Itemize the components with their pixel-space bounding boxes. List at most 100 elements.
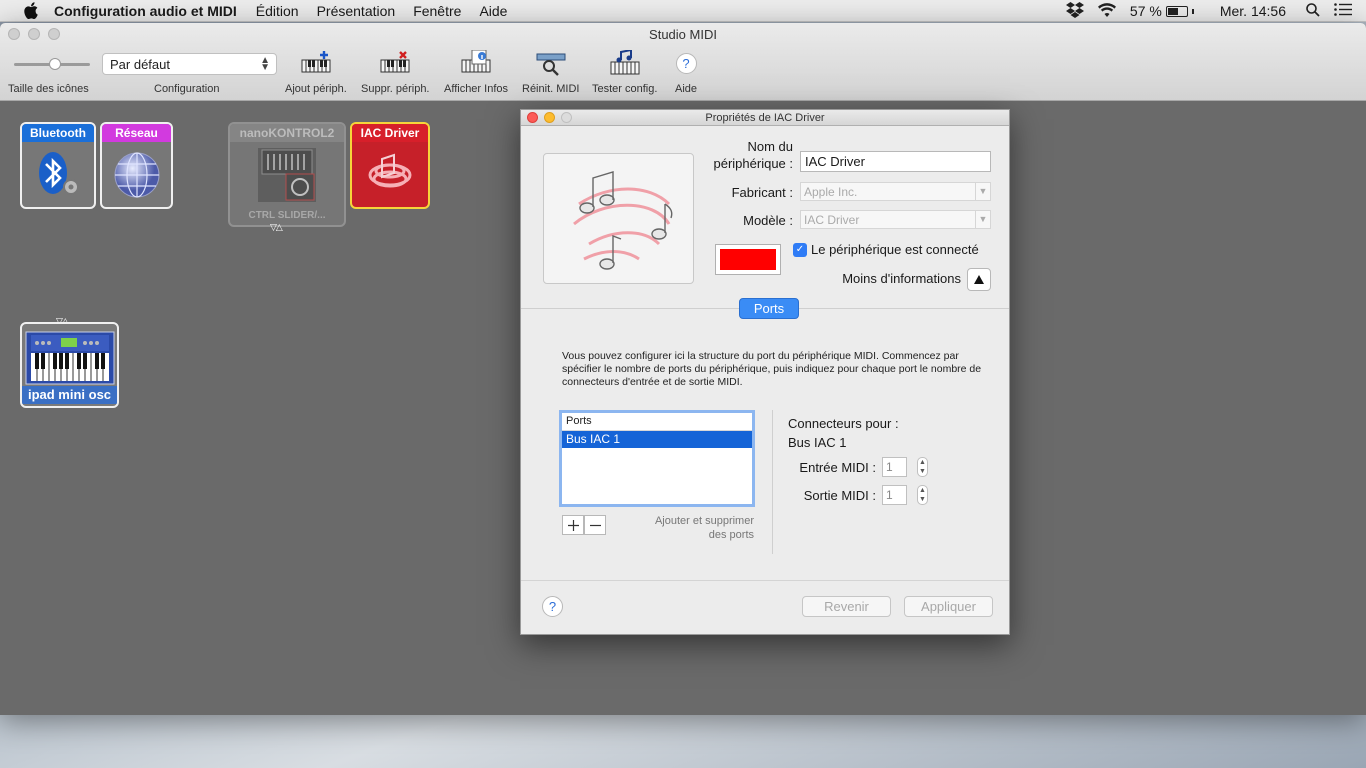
device-name-label: Nom du périphérique : [707, 138, 794, 172]
chevron-updown-icon: ▲ ▼ [260, 55, 270, 73]
icon-size-slider[interactable] [14, 58, 90, 70]
test-setup-button[interactable]: Tester config. [592, 49, 657, 99]
spotlight-icon[interactable] [1306, 2, 1320, 20]
device-bluetooth[interactable]: Bluetooth [20, 122, 96, 209]
add-remove-ports [562, 515, 606, 535]
add-remove-help: Ajouter et supprimer des ports [631, 514, 754, 542]
notification-center-icon[interactable] [1334, 3, 1352, 19]
info-keyboard-icon [460, 49, 492, 77]
device-network-label: Réseau [102, 124, 171, 142]
add-device-button[interactable]: Ajout périph. [285, 49, 347, 99]
device-name-field[interactable]: IAC Driver [800, 151, 991, 172]
device-color-well[interactable] [715, 244, 781, 275]
checkmark-icon: ✓ [795, 244, 805, 255]
connected-checkbox[interactable]: ✓ [793, 243, 807, 257]
menu-edit[interactable]: Édition [256, 3, 299, 19]
chevron-down-icon: ▼ [975, 211, 990, 228]
apply-button[interactable]: Appliquer [904, 596, 993, 617]
dialog-zoom-button[interactable] [561, 112, 572, 123]
device-name-label-line1: Nom du [747, 139, 793, 154]
reset-midi-button[interactable]: Réinit. MIDI [522, 49, 579, 99]
connector-triangles-icon[interactable]: ▽△ [270, 222, 283, 233]
ports-list-header[interactable]: Ports [562, 413, 752, 431]
device-ipad-label: ipad mini osc [22, 386, 117, 404]
dialog-titlebar: Propriétés de IAC Driver [521, 110, 1009, 126]
configuration-select[interactable]: Par défaut ▲ ▼ [102, 53, 277, 75]
less-info-label: Moins d'informations [842, 271, 961, 286]
wifi-icon[interactable] [1097, 2, 1116, 20]
device-nanokontrol[interactable]: nanoKONTROL2 CTRL SLIDER/... [228, 122, 346, 227]
show-info-button[interactable]: Afficher Infos [444, 49, 508, 99]
clock[interactable]: Mer. 14:56 [1220, 3, 1286, 19]
slider-knob[interactable] [49, 58, 61, 70]
help-button[interactable]: ? Aide [670, 49, 702, 99]
model-label: Modèle : [743, 213, 793, 228]
configuration-label: Configuration [154, 83, 220, 95]
footer-divider [521, 580, 1009, 581]
device-iac-label: IAC Driver [352, 124, 428, 142]
midi-out-field[interactable]: 1 [882, 485, 907, 505]
reset-midi-label: Réinit. MIDI [522, 83, 580, 95]
minus-icon [589, 524, 601, 526]
connectors-heading: Connecteurs pour : Bus IAC 1 [788, 414, 899, 452]
model-combo[interactable]: IAC Driver ▼ [800, 210, 991, 229]
midi-in-label: Entrée MIDI : [799, 460, 876, 475]
ports-list[interactable]: Ports Bus IAC 1 [559, 410, 755, 507]
bluetooth-icon [22, 142, 94, 207]
add-device-label: Ajout périph. [285, 83, 347, 95]
dialog-close-button[interactable] [527, 112, 538, 123]
device-iac-driver[interactable]: IAC Driver [350, 122, 430, 209]
midi-in-field[interactable]: 1 [882, 457, 907, 477]
network-globe-icon [102, 142, 171, 207]
reset-midi-icon [535, 49, 567, 77]
connectors-for-label: Connecteurs pour : [788, 416, 899, 431]
manufacturer-label: Fabricant : [731, 185, 793, 200]
revert-button[interactable]: Revenir [802, 596, 891, 617]
vertical-divider [772, 410, 773, 554]
icon-size-label: Taille des icônes [8, 83, 89, 95]
chevron-down-icon: ▼ [975, 183, 990, 200]
midi-in-stepper[interactable]: ▲ ▼ [917, 457, 928, 477]
dropbox-icon[interactable] [1065, 1, 1084, 21]
menu-app-name[interactable]: Configuration audio et MIDI [54, 3, 237, 19]
less-info-button[interactable] [967, 268, 991, 291]
menu-view[interactable]: Présentation [317, 3, 396, 19]
add-port-button[interactable] [562, 515, 584, 535]
device-nanokontrol-label: nanoKONTROL2 [230, 124, 344, 142]
remove-device-button[interactable]: Suppr. périph. [361, 49, 430, 99]
device-network[interactable]: Réseau [100, 122, 173, 209]
battery-status[interactable]: 57 % [1130, 3, 1194, 19]
device-bluetooth-label: Bluetooth [22, 124, 94, 142]
device-icon-well[interactable] [543, 153, 694, 284]
help-icon: ? [670, 49, 702, 77]
iac-music-icon [352, 142, 428, 207]
remove-port-button[interactable] [584, 515, 606, 535]
dialog-window-controls [527, 112, 572, 123]
help-glyph: ? [675, 52, 697, 74]
dialog-minimize-button[interactable] [544, 112, 555, 123]
tab-ports[interactable]: Ports [739, 298, 799, 319]
device-ipad-mini-osc[interactable]: ipad mini osc [20, 322, 119, 408]
test-setup-label: Tester config. [592, 83, 658, 95]
menu-bar: Configuration audio et MIDI Édition Prés… [0, 0, 1366, 22]
connected-label: Le périphérique est connecté [811, 242, 979, 257]
battery-percent: 57 % [1129, 3, 1162, 19]
midi-out-label: Sortie MIDI : [803, 488, 876, 503]
add-remove-help-line2: des ports [708, 529, 754, 541]
help-label: Aide [674, 83, 698, 95]
dialog-help-button[interactable]: ? [542, 596, 563, 617]
menu-help[interactable]: Aide [479, 3, 507, 19]
midi-out-stepper[interactable]: ▲ ▼ [917, 485, 928, 505]
device-color-swatch [720, 249, 776, 270]
add-remove-help-line1: Ajouter et supprimer [654, 515, 754, 527]
list-item[interactable]: Bus IAC 1 [562, 431, 752, 448]
device-name-label-line2: périphérique : [713, 156, 794, 171]
apple-icon[interactable] [22, 2, 40, 20]
menu-window[interactable]: Fenêtre [413, 3, 461, 19]
configuration-value: Par défaut [110, 57, 170, 72]
manufacturer-combo[interactable]: Apple Inc. ▼ [800, 182, 991, 201]
ports-help-text: Vous pouvez configurer ici la structure … [562, 350, 982, 388]
device-nanokontrol-port: CTRL SLIDER/... [248, 210, 326, 221]
model-value: IAC Driver [804, 213, 860, 227]
battery-tip [1191, 8, 1194, 14]
